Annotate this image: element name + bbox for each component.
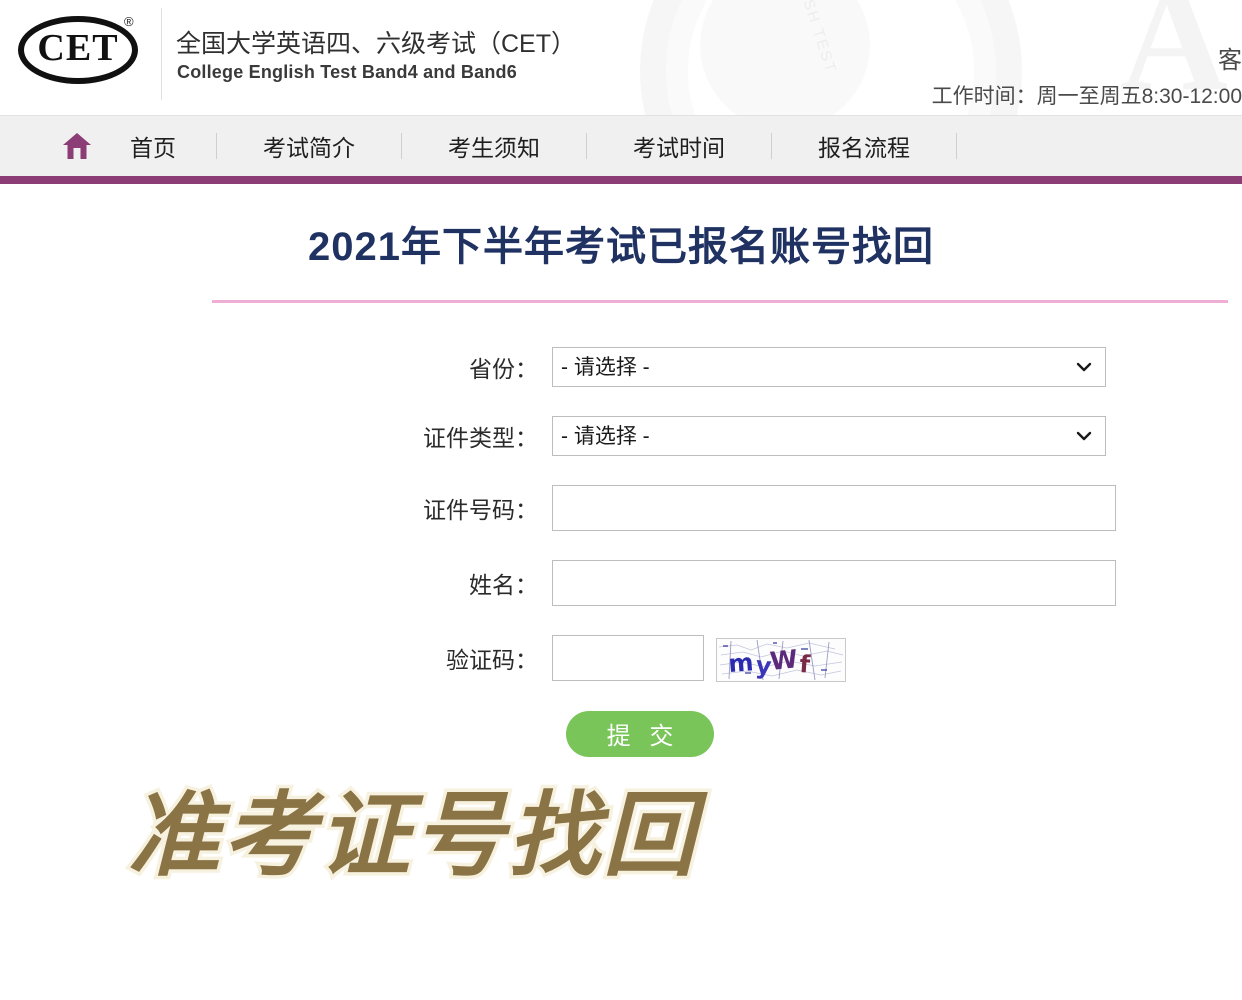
- header-watermark-disc: [700, 0, 870, 115]
- id-type-control: - 请选择 -: [552, 416, 1106, 456]
- id-type-label: 证件类型：: [423, 425, 538, 451]
- nav-separator: [401, 133, 402, 159]
- working-hours-label: 工作时间：周一至周五8:30-12:00: [931, 85, 1242, 108]
- id-number-control: [552, 485, 1116, 531]
- site-title-chinese: 全国大学英语四、六级考试（CET）: [176, 30, 577, 58]
- nav-item-exam-intro[interactable]: 考试简介: [263, 129, 355, 163]
- site-title-english: College English Test Band4 and Band6: [177, 62, 517, 82]
- name-control: [552, 560, 1116, 606]
- customer-service-label[interactable]: 客: [1218, 40, 1242, 75]
- form-row-id-type: 证件类型： - 请选择 -: [0, 416, 1242, 456]
- id-number-label: 证件号码：: [423, 497, 538, 523]
- decorative-overlay-text: 准考证号找回: [124, 782, 699, 889]
- province-label: 省份：: [469, 356, 538, 382]
- id-number-input[interactable]: [552, 485, 1116, 531]
- captcha-label: 验证码：: [446, 647, 538, 674]
- form-row-submit: 提 交: [0, 710, 1242, 757]
- nav-item-registration-process[interactable]: 报名流程: [818, 129, 910, 163]
- captcha-image[interactable]: m y W f: [716, 637, 847, 682]
- logo-text: CET: [37, 27, 119, 69]
- province-select[interactable]: - 请选择 -: [552, 347, 1106, 387]
- main-content: 2021年下半年考试已报名账号找回 省份： - 请选择 - 证件类型： - 请选…: [0, 184, 1242, 757]
- svg-text:W: W: [769, 644, 799, 676]
- name-label: 姓名：: [469, 572, 538, 598]
- form-row-captcha: 验证码： m y W f: [0, 635, 1242, 682]
- nav-separator: [771, 133, 772, 159]
- svg-text:m: m: [728, 648, 755, 678]
- name-input[interactable]: [552, 560, 1116, 606]
- form-row-province: 省份： - 请选择 -: [0, 347, 1242, 387]
- registered-mark-icon: ®: [124, 14, 134, 29]
- account-recovery-form: 省份： - 请选择 - 证件类型： - 请选择 - 证件号码： 姓名： 验证码：…: [0, 347, 1242, 757]
- nav-item-candidate-notice[interactable]: 考生须知: [448, 129, 540, 163]
- nav-item-exam-time[interactable]: 考试时间: [633, 129, 725, 163]
- id-type-select[interactable]: - 请选择 -: [552, 416, 1106, 456]
- form-row-id-number: 证件号码：: [0, 485, 1242, 531]
- title-divider: [212, 300, 1228, 303]
- submit-button[interactable]: 提 交: [566, 710, 714, 757]
- submit-spacer: [0, 711, 566, 757]
- captcha-input[interactable]: [552, 635, 704, 681]
- site-header: A ENGLISH TEST CET ® 全国大学英语四、六级考试（CET） C…: [0, 0, 1242, 116]
- home-icon[interactable]: [62, 132, 92, 160]
- main-navigation: 首页 考试简介 考生须知 考试时间 报名流程: [0, 116, 1242, 184]
- header-divider: [161, 8, 162, 100]
- nav-item-home[interactable]: 首页: [130, 129, 176, 163]
- nav-separator: [956, 133, 957, 159]
- captcha-image-wrap[interactable]: m y W f: [716, 637, 847, 682]
- page-title: 2021年下半年考试已报名账号找回: [308, 225, 934, 269]
- header-watermark-text: ENGLISH TEST: [782, 0, 840, 76]
- province-control: - 请选择 -: [552, 347, 1106, 387]
- nav-separator: [216, 133, 217, 159]
- captcha-control: m y W f: [552, 635, 847, 682]
- cet-logo[interactable]: CET ®: [12, 8, 142, 92]
- nav-separator: [586, 133, 587, 159]
- form-row-name: 姓名：: [0, 560, 1242, 606]
